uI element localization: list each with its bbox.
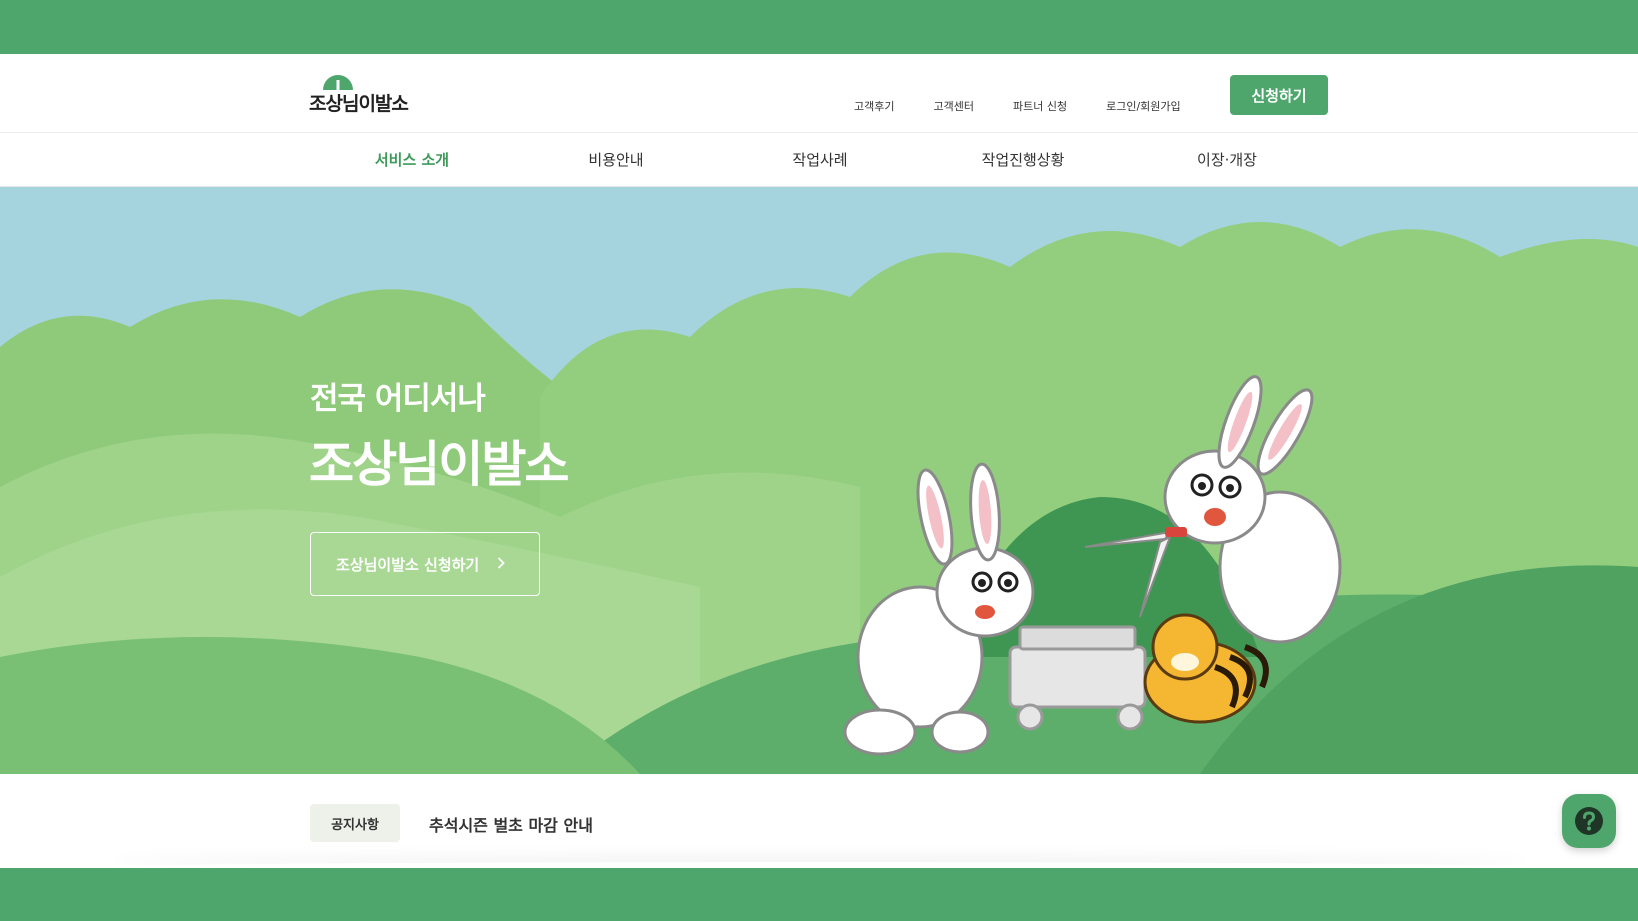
hero-apply-button-label: 조상님이발소 신청하기 [336, 555, 480, 574]
hero-banner: 전국 어디서나 조상님이발소 조상님이발소 신청하기 [0, 187, 1638, 774]
utility-nav: 고객후기 고객센터 파트너 신청 로그인/회원가입 [854, 98, 1220, 114]
apply-button[interactable]: 신청하기 [1230, 75, 1328, 115]
question-mark-icon [1575, 807, 1603, 835]
util-link-login-signup[interactable]: 로그인/회원가입 [1106, 98, 1181, 114]
chevron-right-icon [497, 555, 506, 573]
site-logo[interactable]: 조상님이발소 [309, 73, 409, 115]
nav-item-service-intro[interactable]: 서비스 소개 [322, 133, 502, 187]
bottom-band [0, 868, 1638, 921]
notice-link[interactable]: 추석시즌 벌초 마감 안내 [429, 812, 593, 836]
help-button[interactable] [1562, 794, 1616, 848]
nav-item-relocation[interactable]: 이장·개장 [1137, 133, 1317, 187]
nav-item-work-progress[interactable]: 작업진행상황 [933, 133, 1113, 187]
util-link-reviews[interactable]: 고객후기 [854, 98, 894, 114]
logo-text: 조상님이발소 [309, 93, 409, 115]
main-nav: 서비스 소개 비용안내 작업사례 작업진행상황 이장·개장 [0, 133, 1638, 187]
nav-item-pricing[interactable]: 비용안내 [526, 133, 706, 187]
hero-title: 조상님이발소 [309, 436, 569, 493]
top-band [0, 0, 1638, 54]
page: 조상님이발소 고객후기 고객센터 파트너 신청 로그인/회원가입 신청하기 서비… [0, 54, 1638, 868]
nav-item-work-cases[interactable]: 작업사례 [730, 133, 910, 187]
hero-illustration [0, 187, 1638, 774]
util-link-partner-apply[interactable]: 파트너 신청 [1013, 98, 1067, 114]
util-link-customer-center[interactable]: 고객센터 [933, 98, 973, 114]
notice-badge: 공지사항 [310, 804, 400, 842]
notice-bar: 공지사항 추석시즌 벌초 마감 안내 [0, 774, 1638, 868]
hero-subtitle: 전국 어디서나 [310, 381, 486, 417]
hero-apply-button[interactable]: 조상님이발소 신청하기 [310, 532, 540, 596]
site-header: 조상님이발소 고객후기 고객센터 파트너 신청 로그인/회원가입 신청하기 [0, 54, 1638, 133]
